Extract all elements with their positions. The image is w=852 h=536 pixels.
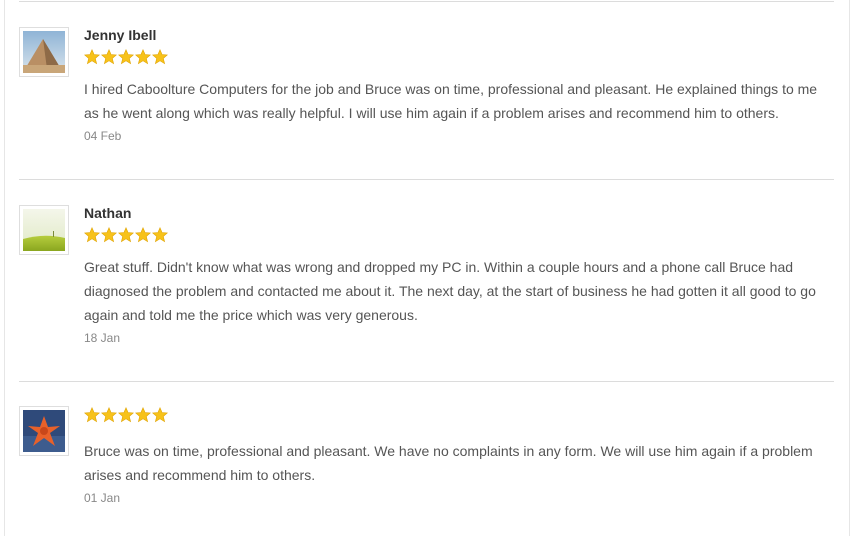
review-date: 18 Jan — [84, 331, 121, 345]
review-text: I hired Caboolture Computers for the job… — [84, 81, 818, 121]
star-icon — [84, 49, 100, 65]
review-date: 01 Jan — [84, 491, 121, 505]
star-icon — [101, 49, 117, 65]
star-icon — [118, 407, 134, 423]
star-icon — [152, 49, 168, 65]
review-date: 04 Feb — [84, 129, 122, 143]
star-icon — [135, 407, 151, 423]
divider — [19, 381, 834, 382]
divider — [19, 1, 834, 2]
reviewer-name: Nathan — [84, 205, 132, 221]
avatar — [19, 406, 69, 456]
green-field-photo-icon — [23, 209, 65, 251]
avatar — [19, 205, 69, 255]
review-text: Great stuff. Didn't know what was wrong … — [84, 259, 816, 323]
star-icon — [84, 407, 100, 423]
star-rating — [84, 407, 834, 423]
avatar — [19, 27, 69, 77]
star-icon — [135, 227, 151, 243]
star-icon — [152, 407, 168, 423]
star-icon — [101, 407, 117, 423]
star-icon — [101, 227, 117, 243]
reviewer-name: Jenny Ibell — [84, 27, 157, 43]
review-text: Bruce was on time, professional and plea… — [84, 443, 813, 483]
star-rating — [84, 49, 834, 65]
star-icon — [84, 227, 100, 243]
starfish-photo-icon — [23, 410, 65, 452]
star-icon — [118, 227, 134, 243]
star-icon — [118, 49, 134, 65]
star-icon — [135, 49, 151, 65]
pyramids-photo-icon — [23, 31, 65, 73]
star-rating — [84, 227, 834, 243]
divider — [19, 179, 834, 180]
star-icon — [152, 227, 168, 243]
